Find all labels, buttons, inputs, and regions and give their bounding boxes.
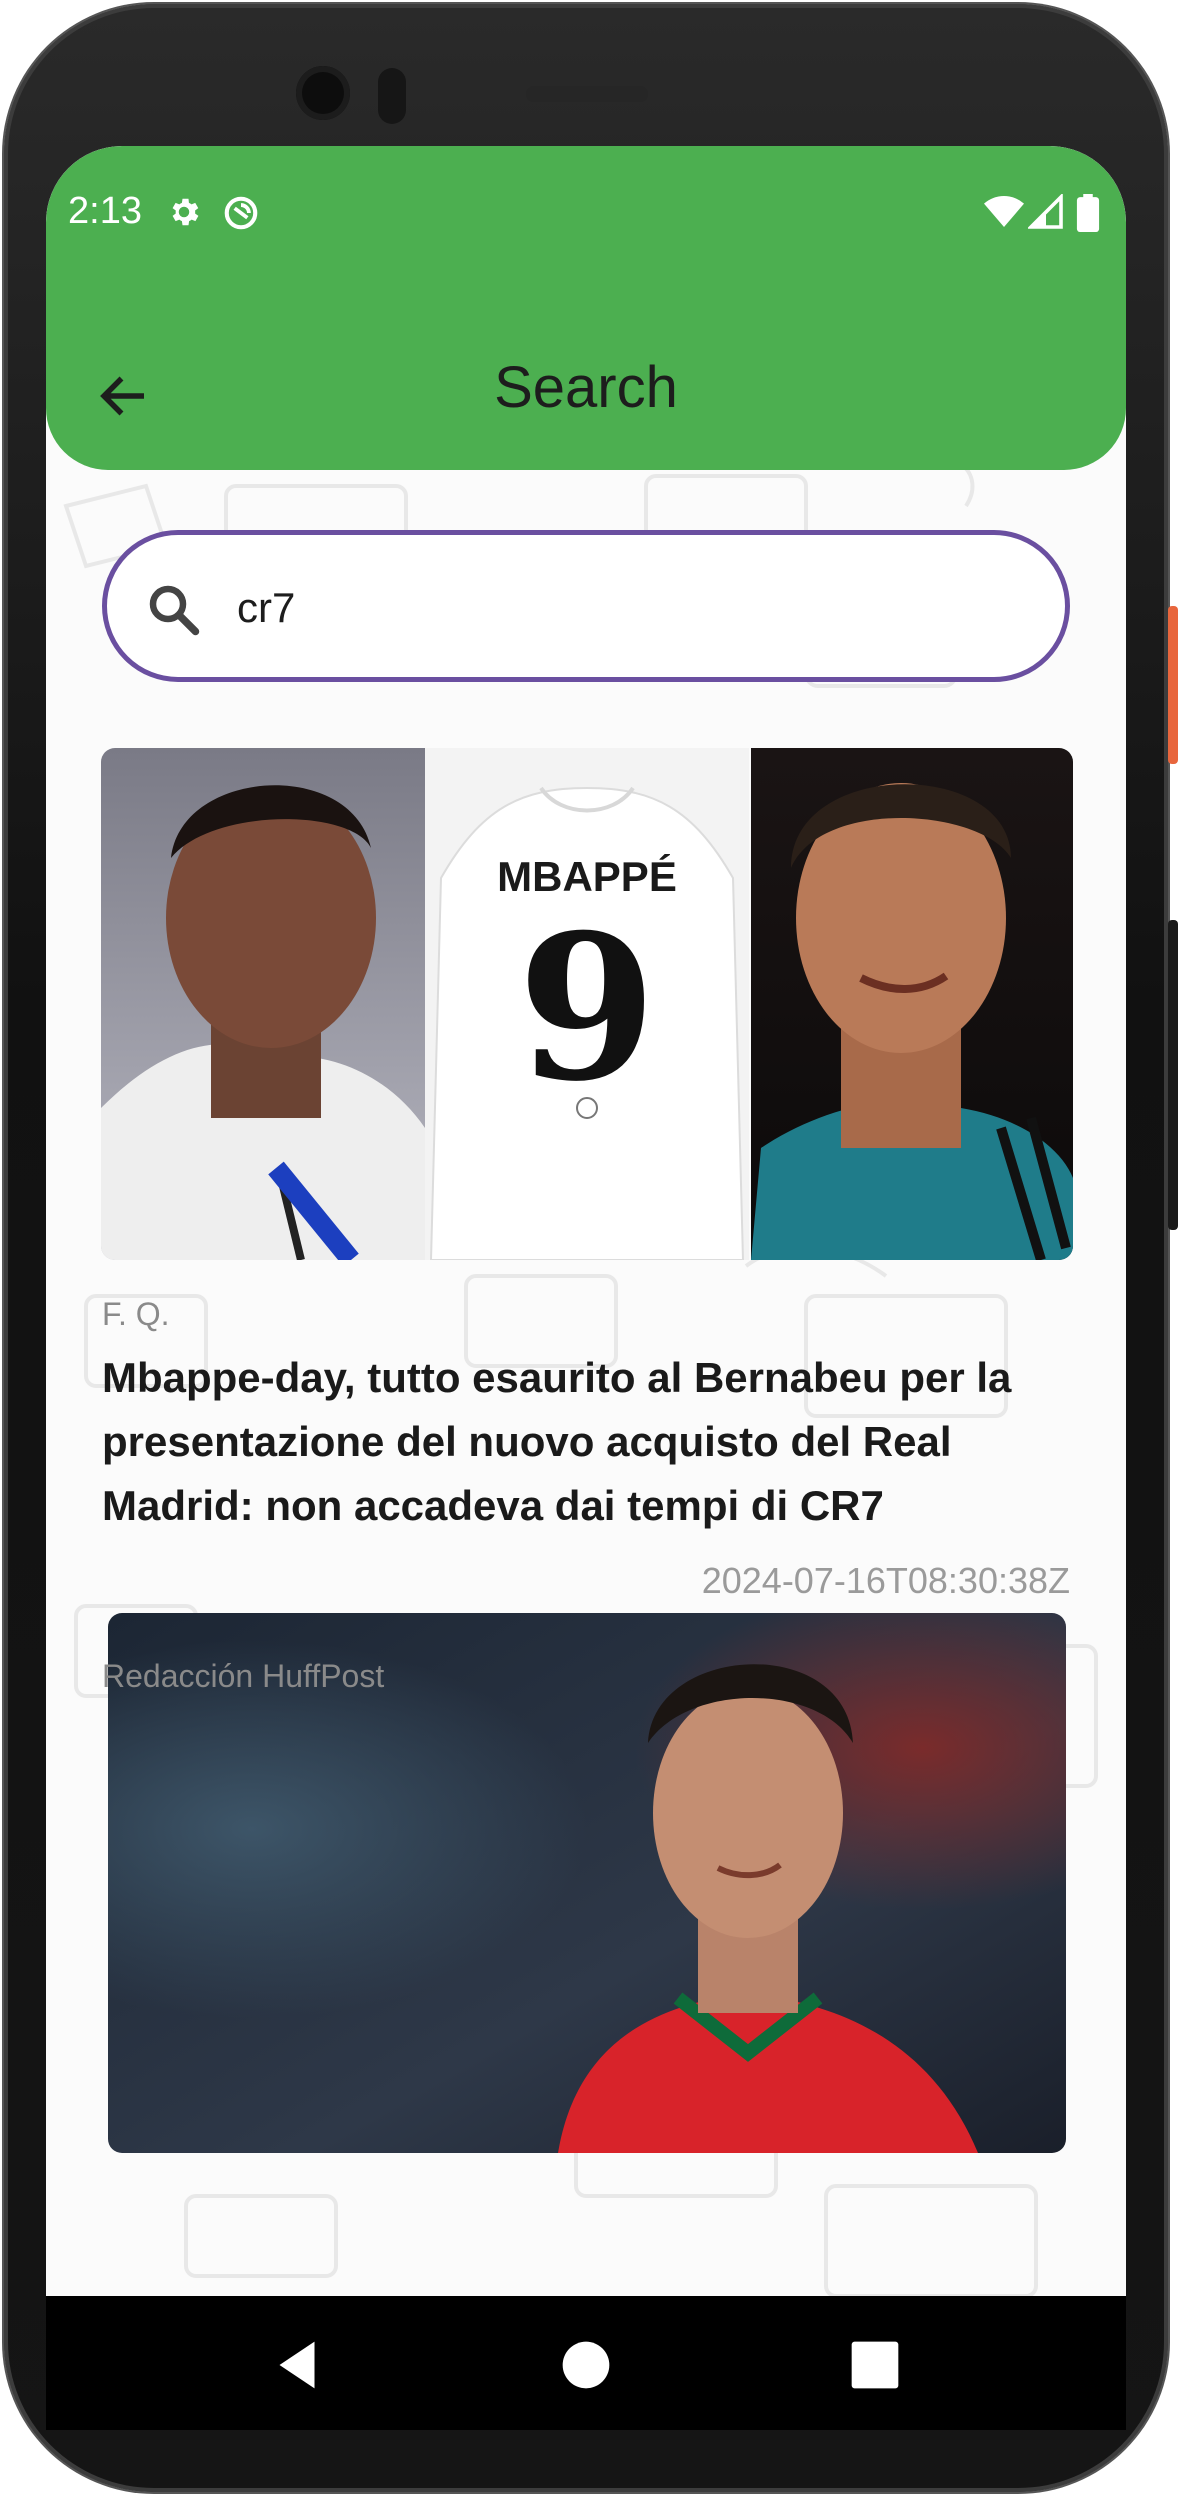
search-icon <box>149 585 200 636</box>
app-screen: 2:13 Search cr7 MBAPPÉ 9 F. Q. Mbappe-da… <box>46 146 1126 2296</box>
earpiece-speaker <box>526 86 648 102</box>
search-input[interactable] <box>237 573 997 643</box>
phone-frame: 2:13 Search cr7 MBAPPÉ 9 F. Q. Mbappe-da… <box>0 0 1178 2498</box>
article-author: F. Q. <box>102 1296 170 1332</box>
shirt-number: 9 <box>517 891 656 1126</box>
system-nav-bar <box>46 2296 1126 2430</box>
volume-button <box>1168 920 1178 1230</box>
article-image-graphic: MBAPPÉ 9 <box>101 748 1073 1260</box>
app-bar: 2:13 Search <box>46 146 1126 470</box>
sync-icon <box>224 196 258 230</box>
recents-square-icon[interactable] <box>840 2330 910 2400</box>
signal-icon <box>1028 194 1063 229</box>
wifi-icon <box>984 196 1024 227</box>
article-image[interactable]: MBAPPÉ 9 <box>101 748 1073 1260</box>
battery-icon <box>1076 194 1100 232</box>
article-date: 2024-07-16T08:30:38Z <box>701 1560 1070 1601</box>
article-author: Redacción HuffPost <box>102 1658 385 1694</box>
back-triangle-icon[interactable] <box>262 2330 332 2400</box>
page-title: Search <box>494 355 678 420</box>
article-title[interactable]: Mbappe-day, tutto esaurito al Bernabeu p… <box>102 1346 1062 1538</box>
front-camera <box>296 66 350 120</box>
status-time: 2:13 <box>68 190 142 232</box>
proximity-sensor <box>378 68 406 124</box>
home-circle-icon[interactable] <box>551 2330 621 2400</box>
settings-icon <box>172 198 199 226</box>
power-button <box>1168 606 1178 764</box>
search-box[interactable] <box>102 530 1070 682</box>
